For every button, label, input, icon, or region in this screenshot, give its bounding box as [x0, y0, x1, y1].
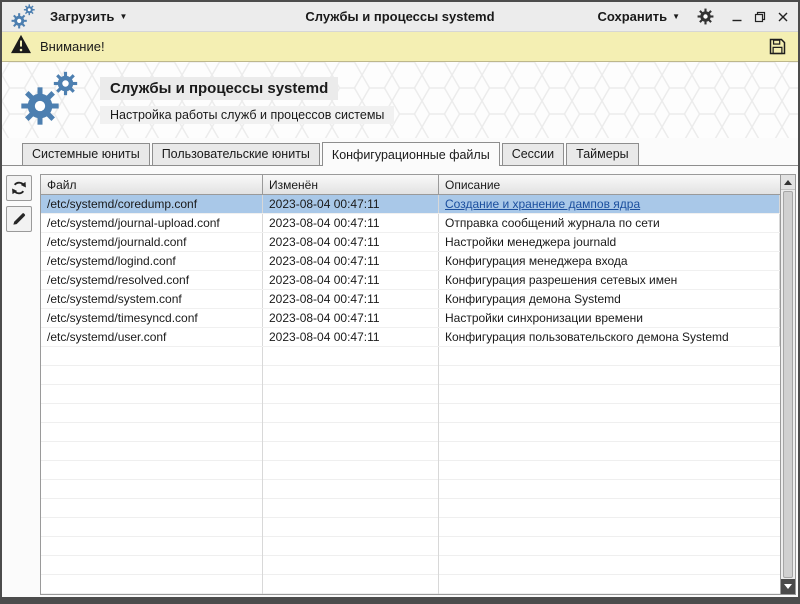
table-row[interactable]: /etc/systemd/journald.conf 2023-08-04 00… [41, 233, 780, 252]
tab-bar: Системные юниты Пользовательские юниты К… [2, 138, 798, 165]
page-subtitle: Настройка работы служб и процессов систе… [100, 106, 394, 124]
minimize-button[interactable] [729, 9, 745, 25]
chevron-down-icon: ▼ [119, 13, 127, 21]
warning-bar: Внимание! [2, 32, 798, 62]
scrollbar-thumb[interactable] [783, 191, 793, 578]
table-empty-area [41, 347, 780, 594]
tab-system-units[interactable]: Системные юниты [22, 143, 150, 165]
restore-button[interactable] [752, 9, 768, 25]
table-body: /etc/systemd/coredump.conf 2023-08-04 00… [41, 195, 780, 347]
save-button-label: Сохранить [597, 9, 667, 24]
table-row[interactable]: /etc/systemd/user.conf 2023-08-04 00:47:… [41, 328, 780, 347]
table-row[interactable]: /etc/systemd/timesyncd.conf 2023-08-04 0… [41, 309, 780, 328]
cell-file: /etc/systemd/system.conf [41, 290, 263, 308]
table-row[interactable]: /etc/systemd/journal-upload.conf 2023-08… [41, 214, 780, 233]
cell-description[interactable]: Создание и хранение дампов ядра [439, 195, 780, 213]
cell-modified: 2023-08-04 00:47:11 [263, 195, 439, 213]
table-row[interactable]: /etc/systemd/coredump.conf 2023-08-04 00… [41, 195, 780, 214]
window-controls [729, 9, 791, 25]
column-separator [438, 347, 439, 594]
settings-gear-button[interactable] [695, 6, 716, 27]
table-header: Файл Изменён Описание [41, 175, 780, 195]
tab-content: Файл Изменён Описание /etc/systemd/cored… [2, 165, 798, 597]
cell-modified: 2023-08-04 00:47:11 [263, 328, 439, 346]
load-button[interactable]: Загрузить ▼ [44, 6, 133, 27]
warning-text: Внимание! [40, 39, 105, 54]
cell-file: /etc/systemd/resolved.conf [41, 271, 263, 289]
table-row[interactable]: /etc/systemd/logind.conf 2023-08-04 00:4… [41, 252, 780, 271]
table-row[interactable]: /etc/systemd/system.conf 2023-08-04 00:4… [41, 290, 780, 309]
scroll-down-button[interactable] [781, 579, 795, 594]
cell-file: /etc/systemd/logind.conf [41, 252, 263, 270]
cell-file: /etc/systemd/coredump.conf [41, 195, 263, 213]
table-row[interactable]: /etc/systemd/resolved.conf 2023-08-04 00… [41, 271, 780, 290]
cell-modified: 2023-08-04 00:47:11 [263, 271, 439, 289]
cell-modified: 2023-08-04 00:47:11 [263, 233, 439, 251]
close-button[interactable] [775, 9, 791, 25]
cell-modified: 2023-08-04 00:47:11 [263, 290, 439, 308]
page-header: Службы и процессы systemd Настройка рабо… [2, 62, 798, 138]
cell-description[interactable]: Конфигурация пользовательского демона Sy… [439, 328, 780, 346]
save-file-button[interactable] [765, 34, 790, 59]
page-title: Службы и процессы systemd [100, 77, 338, 100]
column-header-modified[interactable]: Изменён [263, 175, 439, 194]
cell-modified: 2023-08-04 00:47:11 [263, 309, 439, 327]
triangle-down-icon [784, 584, 792, 589]
gear-icon [697, 8, 714, 25]
column-header-file[interactable]: Файл [41, 175, 263, 194]
cell-description[interactable]: Конфигурация менеджера входа [439, 252, 780, 270]
load-button-label: Загрузить [50, 9, 114, 24]
refresh-button[interactable] [6, 175, 32, 201]
cell-modified: 2023-08-04 00:47:11 [263, 252, 439, 270]
titlebar: Загрузить ▼ Службы и процессы systemd Со… [2, 2, 798, 32]
cell-description[interactable]: Конфигурация демона Systemd [439, 290, 780, 308]
cell-description[interactable]: Конфигурация разрешения сетевых имен [439, 271, 780, 289]
cell-file: /etc/systemd/journald.conf [41, 233, 263, 251]
triangle-up-icon [784, 180, 792, 185]
config-files-table: Файл Изменён Описание /etc/systemd/cored… [40, 174, 796, 595]
pencil-icon [10, 210, 28, 228]
floppy-icon [767, 36, 788, 57]
edit-button[interactable] [6, 206, 32, 232]
column-separator [262, 347, 263, 594]
cell-file: /etc/systemd/user.conf [41, 328, 263, 346]
header-gears-icon [20, 69, 80, 132]
cell-file: /etc/systemd/journal-upload.conf [41, 214, 263, 232]
scroll-up-button[interactable] [781, 175, 795, 190]
warning-icon [10, 34, 32, 59]
side-toolbar [6, 174, 38, 595]
cell-file: /etc/systemd/timesyncd.conf [41, 309, 263, 327]
tab-user-units[interactable]: Пользовательские юниты [152, 143, 320, 165]
tab-sessions[interactable]: Сессии [502, 143, 564, 165]
column-header-description[interactable]: Описание [439, 175, 780, 194]
cell-description[interactable]: Отправка сообщений журнала по сети [439, 214, 780, 232]
app-window: Загрузить ▼ Службы и процессы systemd Со… [0, 0, 800, 604]
app-gears-icon [9, 2, 38, 31]
save-button[interactable]: Сохранить ▼ [591, 6, 686, 27]
cell-modified: 2023-08-04 00:47:11 [263, 214, 439, 232]
vertical-scrollbar [780, 175, 795, 594]
cell-description[interactable]: Настройки менеджера journald [439, 233, 780, 251]
chevron-down-icon: ▼ [672, 13, 680, 21]
cell-description[interactable]: Настройки синхронизации времени [439, 309, 780, 327]
tab-config-files[interactable]: Конфигурационные файлы [322, 142, 500, 166]
tab-timers[interactable]: Таймеры [566, 143, 639, 165]
refresh-icon [9, 178, 29, 198]
